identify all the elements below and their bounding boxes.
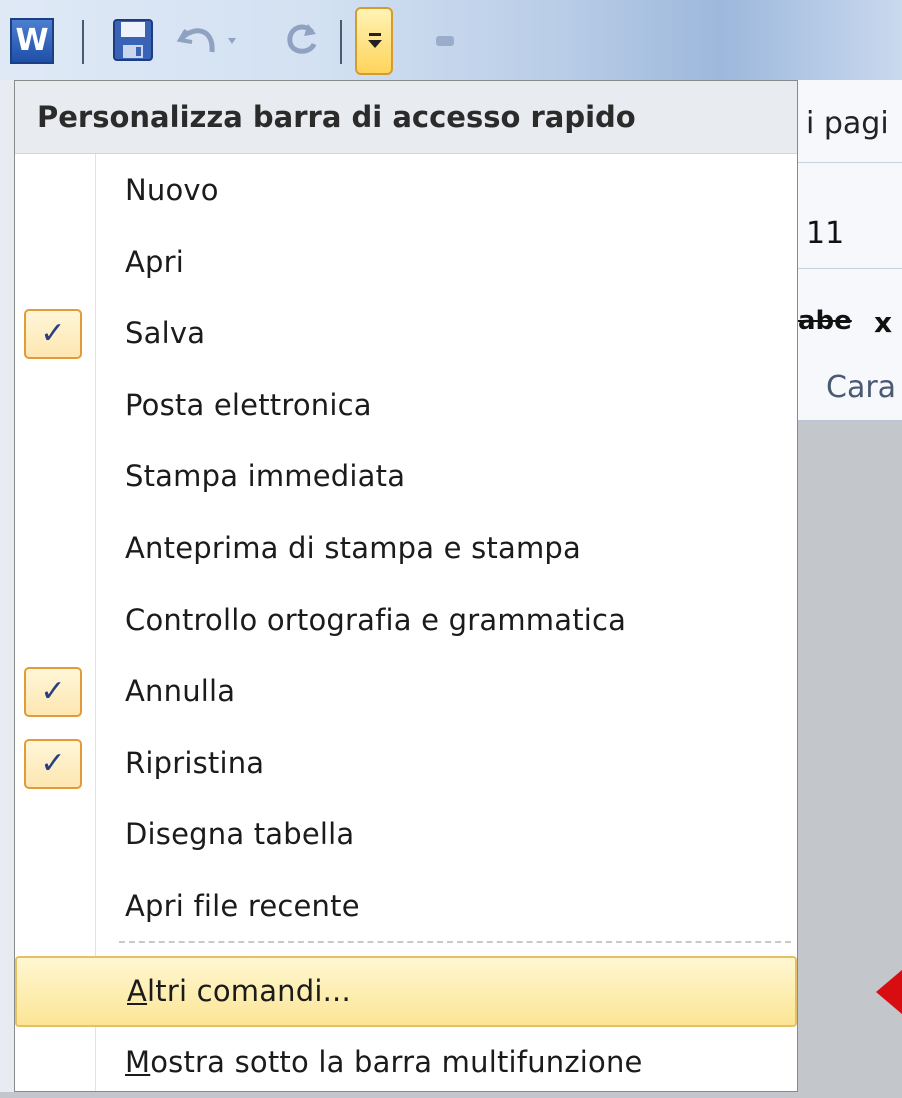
menu-item-label: Stampa immediata bbox=[125, 459, 406, 494]
menu-item-label: Posta elettronica bbox=[125, 387, 372, 422]
customize-qat-menu: Personalizza barra di accesso rapido Nuo… bbox=[14, 80, 798, 1092]
quick-access-toolbar: W bbox=[0, 0, 902, 80]
menu-item-label: Salva bbox=[125, 316, 206, 351]
toolbar-separator bbox=[340, 20, 342, 64]
menu-item-nuovo[interactable]: Nuovo bbox=[15, 155, 797, 226]
more-commands-item[interactable]: Altri comandi... bbox=[15, 956, 797, 1027]
customize-bar-icon bbox=[369, 33, 381, 36]
menu-item-apri[interactable]: Apri bbox=[15, 227, 797, 298]
menu-item-label: Apri bbox=[125, 244, 185, 279]
checkmark-icon: ✓ bbox=[24, 667, 82, 718]
menu-separator bbox=[119, 941, 791, 943]
show-below-ribbon-label: Mostra sotto la barra multifunzione bbox=[125, 1045, 643, 1079]
redo-icon[interactable] bbox=[282, 18, 322, 62]
chevron-down-icon bbox=[368, 40, 382, 48]
red-pointer-arrow bbox=[876, 958, 902, 1026]
menu-item-controllo-ortografia-e-grammatica[interactable]: Controllo ortografia e grammatica bbox=[15, 585, 797, 656]
ribbon-tab-fragment[interactable]: i pagi bbox=[806, 106, 889, 141]
more-commands-label: Altri comandi... bbox=[127, 974, 351, 1008]
menu-item-apri-file-recente[interactable]: Apri file recente bbox=[15, 871, 797, 942]
document-edge bbox=[0, 80, 14, 1092]
subscript-button[interactable]: x bbox=[874, 306, 892, 339]
menu-item-salva[interactable]: ✓ Salva bbox=[15, 298, 797, 369]
customize-qat-button[interactable] bbox=[355, 7, 393, 75]
strikethrough-button[interactable]: abe bbox=[798, 306, 852, 336]
menu-item-label: Apri file recente bbox=[125, 889, 360, 923]
toolbar-separator bbox=[82, 20, 84, 64]
menu-item-posta-elettronica[interactable]: Posta elettronica bbox=[15, 370, 797, 441]
ribbon-divider bbox=[798, 162, 902, 163]
ribbon-divider bbox=[798, 268, 902, 269]
faint-toolbar-icon bbox=[436, 36, 454, 46]
menu-item-label: Controllo ortografia e grammatica bbox=[125, 602, 627, 637]
ribbon-background: i pagi 11 abe x Cara bbox=[798, 80, 902, 421]
menu-item-ripristina[interactable]: ✓ Ripristina bbox=[15, 728, 797, 799]
menu-item-stampa-immediata[interactable]: Stampa immediata bbox=[15, 441, 797, 512]
undo-icon[interactable] bbox=[176, 18, 246, 62]
save-icon[interactable] bbox=[112, 18, 154, 62]
menu-item-disegna-tabella[interactable]: Disegna tabella bbox=[15, 799, 797, 870]
menu-item-label: Anteprima di stampa e stampa bbox=[125, 531, 581, 565]
menu-item-anteprima-di-stampa-e-stampa[interactable]: Anteprima di stampa e stampa bbox=[15, 513, 797, 584]
menu-item-annulla[interactable]: ✓ Annulla bbox=[15, 656, 797, 727]
font-size-box[interactable]: 11 bbox=[806, 216, 844, 251]
menu-item-label: Ripristina bbox=[125, 745, 265, 780]
checkmark-icon: ✓ bbox=[24, 738, 82, 789]
menu-item-label: Annulla bbox=[125, 674, 236, 709]
show-below-ribbon-item[interactable]: Mostra sotto la barra multifunzione bbox=[15, 1027, 797, 1098]
checkmark-icon: ✓ bbox=[24, 309, 82, 360]
menu-item-label: Disegna tabella bbox=[125, 817, 355, 852]
menu-item-label: Nuovo bbox=[125, 173, 219, 207]
font-group-label: Cara bbox=[826, 370, 897, 405]
menu-title: Personalizza barra di accesso rapido bbox=[15, 81, 797, 154]
word-app-icon[interactable]: W bbox=[10, 18, 54, 64]
